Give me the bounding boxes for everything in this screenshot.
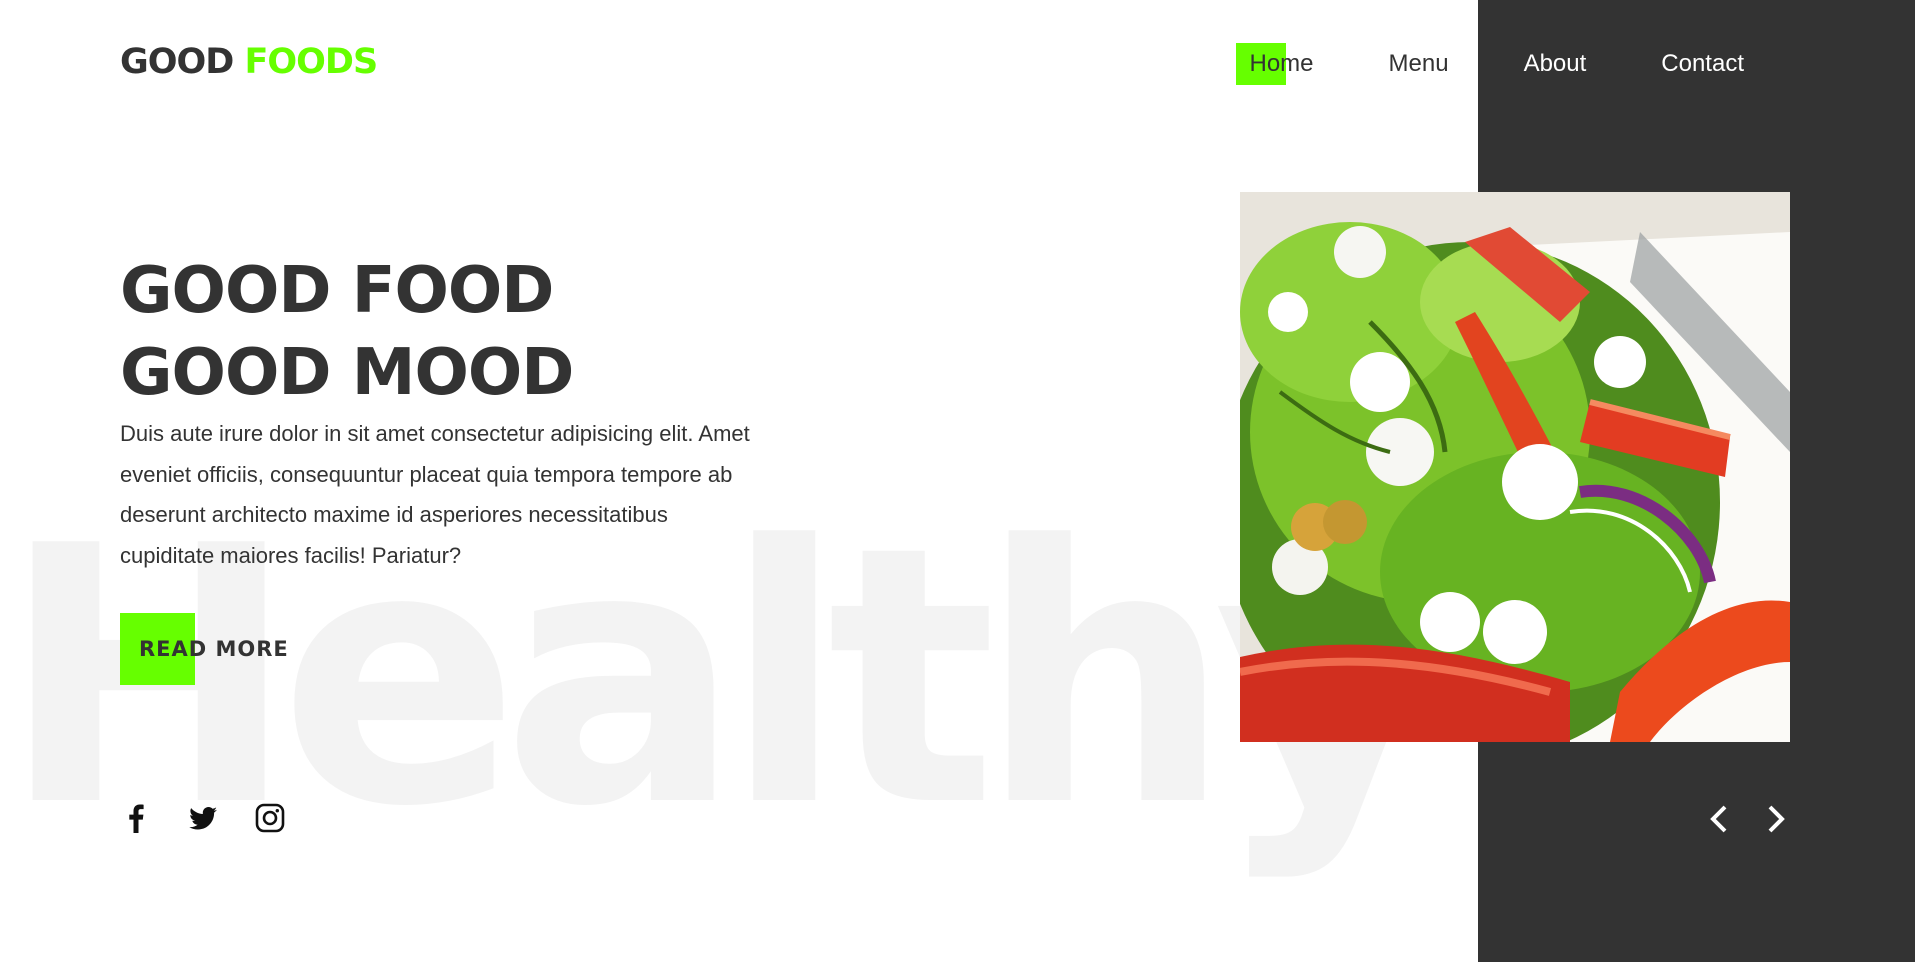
instagram-icon[interactable]: [254, 802, 286, 834]
main-nav: Home Menu About Contact: [1187, 40, 1757, 88]
nav-menu-label: Menu: [1388, 50, 1449, 77]
facebook-icon[interactable]: [120, 802, 152, 834]
logo-text-foods: FOODS: [244, 42, 378, 82]
salad-photo: [1240, 192, 1790, 742]
hero-title-line-1: GOOD FOOD: [120, 254, 554, 328]
slider-controls: [1700, 799, 1810, 839]
social-links: [120, 802, 321, 834]
nav-about-label: About: [1523, 50, 1587, 77]
nav-about[interactable]: About: [1511, 40, 1600, 88]
hero-title: GOOD FOOD GOOD MOOD: [120, 250, 574, 414]
chevron-right-icon[interactable]: [1755, 799, 1795, 839]
site-logo[interactable]: GOOD FOODS: [120, 42, 378, 82]
twitter-icon[interactable]: [187, 802, 219, 834]
read-more-label: READ MORE: [139, 637, 289, 661]
logo-text-good: GOOD: [120, 42, 234, 82]
read-more-button[interactable]: READ MORE: [120, 613, 289, 685]
nav-contact[interactable]: Contact: [1648, 40, 1757, 88]
nav-home[interactable]: Home: [1236, 40, 1326, 88]
nav-contact-label: Contact: [1661, 50, 1744, 77]
hero-description: Duis aute irure dolor in sit amet consec…: [120, 421, 750, 568]
hero-title-line-2: GOOD MOOD: [120, 336, 574, 410]
nav-menu[interactable]: Menu: [1376, 40, 1462, 88]
chevron-left-icon[interactable]: [1700, 799, 1740, 839]
nav-home-label: Home: [1249, 50, 1314, 77]
